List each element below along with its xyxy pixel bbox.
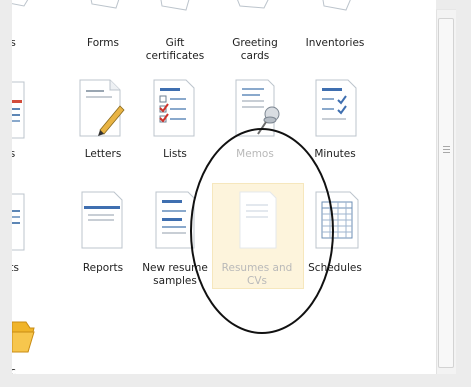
document-icon: [237, 0, 269, 9]
checklist-icon: [315, 79, 357, 137]
document-icon: [12, 193, 25, 251]
template-item-lists[interactable]: Lists: [136, 74, 214, 164]
template-item-partial-row1[interactable]: rs: [12, 0, 50, 60]
document-icon: [90, 0, 120, 9]
document-icon: [81, 191, 123, 249]
template-item-greeting-cards[interactable]: Greeting cards: [216, 0, 294, 62]
template-item-letters[interactable]: Letters: [64, 74, 142, 164]
template-item-reports[interactable]: Reports: [64, 186, 142, 286]
template-item-gift-certificates[interactable]: Gift certificates: [136, 0, 214, 62]
template-item-inventories[interactable]: Inventories: [296, 0, 374, 60]
annotation-ellipse: [190, 128, 334, 334]
document-icon: [322, 0, 351, 11]
template-grid: rs Forms Gift certificates Greeting card…: [12, 0, 436, 374]
document-icon: [160, 0, 190, 11]
template-item-forms[interactable]: Forms: [64, 0, 142, 60]
window-edge: [456, 0, 471, 387]
pencil-icon: [79, 79, 125, 137]
folder-icon: [12, 321, 35, 353]
scrollbar-thumb[interactable]: [438, 18, 454, 368]
template-item-partial-row3[interactable]: ots: [12, 186, 50, 286]
document-icon: [12, 0, 29, 7]
checklist-icon: [153, 79, 195, 137]
document-icon: [12, 81, 25, 139]
vertical-scrollbar[interactable]: [436, 10, 456, 374]
template-item-partial-row2[interactable]: ls: [12, 74, 50, 164]
